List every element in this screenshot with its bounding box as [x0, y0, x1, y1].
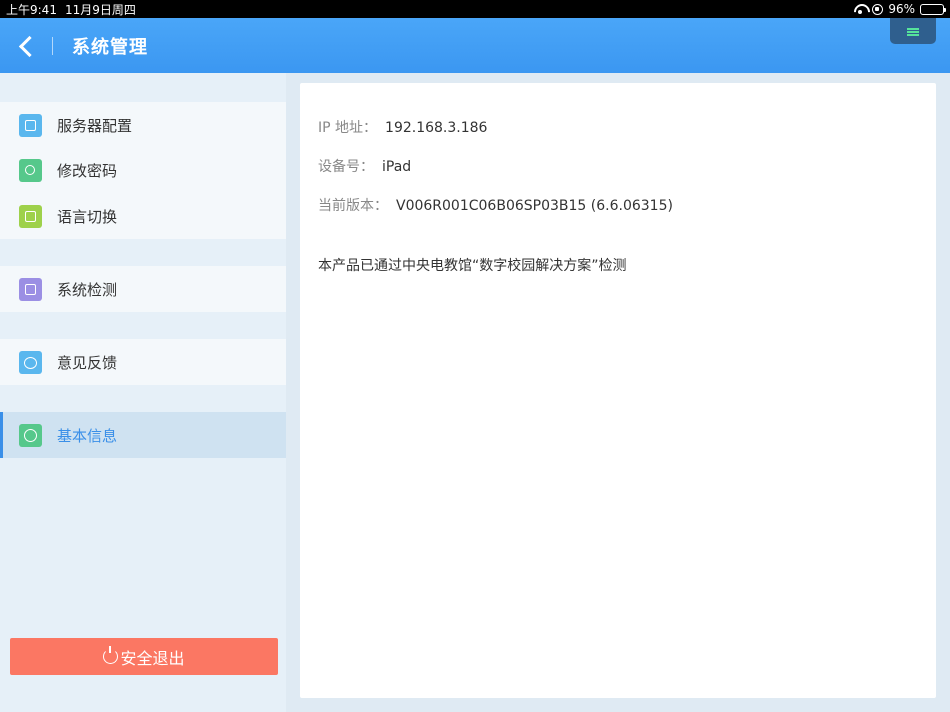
info-icon: [19, 423, 42, 447]
logout-button[interactable]: 安全退出: [10, 638, 278, 675]
sidebar-item-server-config[interactable]: 服务器配置: [0, 102, 286, 148]
logout-label: 安全退出: [120, 648, 185, 668]
sidebar-item-label: 语言切换: [57, 207, 118, 226]
feedback-icon: [19, 350, 42, 374]
page-title: 系统管理: [72, 37, 148, 58]
status-bar: 上午9:41 11月9日周四 96%: [0, 0, 950, 18]
sidebar-item-label: 修改密码: [57, 161, 118, 180]
monitor-icon: [19, 277, 42, 301]
header-divider: [52, 37, 53, 55]
power-icon: [103, 646, 119, 664]
version-value: V006R001C06B06SP03B15 (6.6.06315): [396, 198, 673, 214]
certification-note: 本产品已通过中央电教馆“数字校园解决方案”检测: [318, 258, 627, 274]
ip-row: IP 地址： 192.168.3.186: [318, 117, 487, 137]
back-button[interactable]: [14, 33, 40, 59]
info-panel: IP 地址： 192.168.3.186 设备号： iPad 当前版本： V006R0…: [300, 83, 936, 698]
status-date: 11月9日周四: [64, 2, 136, 17]
language-icon: [19, 204, 42, 228]
device-value: iPad: [382, 159, 412, 175]
menu-button[interactable]: [890, 18, 936, 44]
version-label: 当前版本：: [318, 198, 388, 214]
sidebar-item-label: 基本信息: [57, 426, 118, 445]
version-row: 当前版本： V006R001C06B06SP03B15 (6.6.06315): [318, 195, 673, 215]
sidebar-item-label: 服务器配置: [57, 116, 133, 135]
app-header: 系统管理: [0, 18, 950, 73]
sidebar-item-label: 系统检测: [57, 280, 118, 299]
ip-icon: [19, 113, 42, 137]
battery-icon: [920, 3, 946, 15]
sidebar-item-change-password[interactable]: 修改密码: [0, 147, 286, 193]
ip-label: IP 地址：: [318, 120, 378, 136]
sidebar-item-language[interactable]: 语言切换: [0, 193, 286, 239]
device-label: 设备号：: [318, 159, 374, 175]
battery-percent: 96%: [888, 2, 915, 16]
sidebar-item-system-check[interactable]: 系统检测: [0, 266, 286, 312]
sidebar-item-label: 意见反馈: [57, 353, 118, 372]
device-row: 设备号： iPad: [318, 156, 411, 176]
sidebar-item-feedback[interactable]: 意见反馈: [0, 339, 286, 385]
status-time: 上午9:41: [6, 2, 57, 17]
sidebar-item-basic-info[interactable]: 基本信息: [0, 412, 286, 458]
sidebar: 服务器配置 修改密码 语言切换 系统检测 意见反馈 基本信息 安全退出: [0, 73, 286, 712]
orientation-lock-icon: [872, 3, 884, 15]
ip-value: 192.168.3.186: [385, 120, 488, 136]
wifi-icon: [853, 4, 867, 14]
key-icon: [19, 158, 42, 182]
